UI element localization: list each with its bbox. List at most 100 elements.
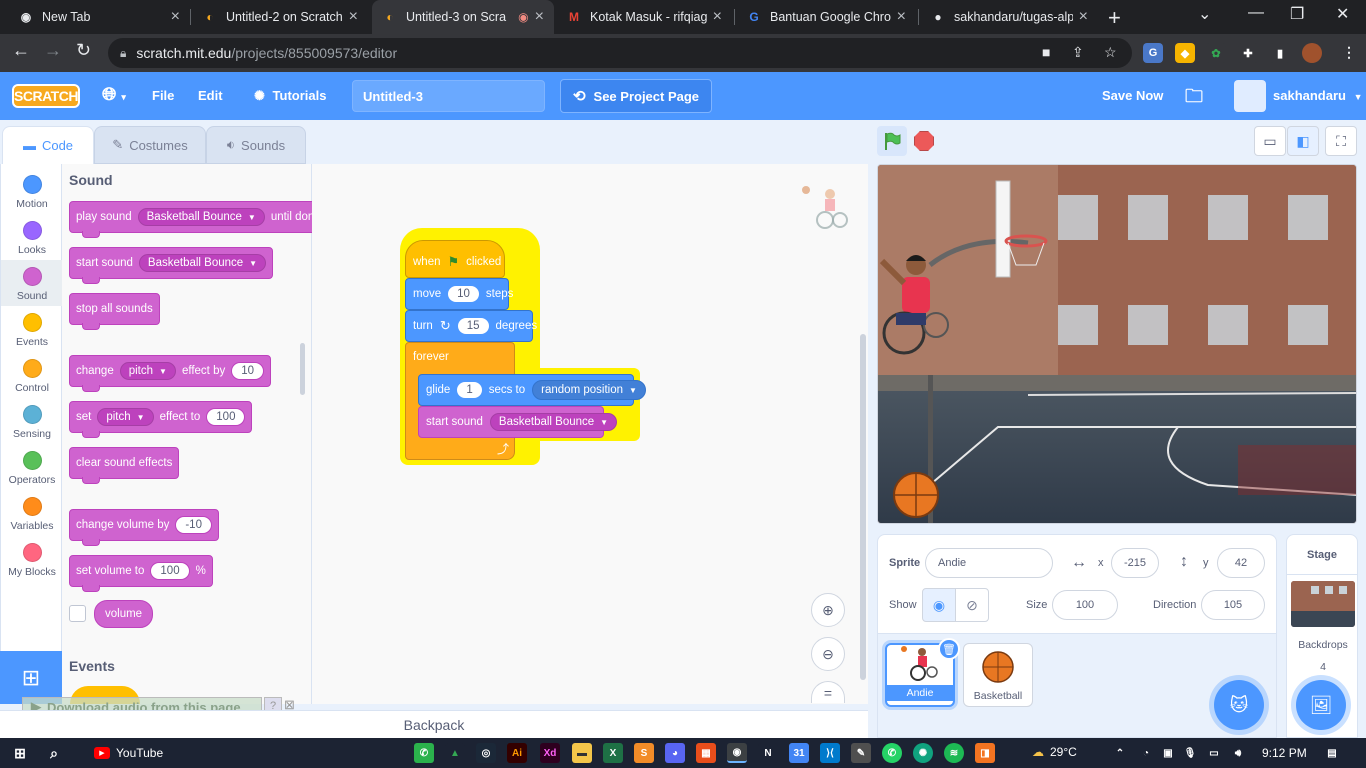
stage-canvas[interactable] [877,164,1357,524]
start-sound-block[interactable]: start sound Basketball Bounce ▼ [418,406,618,438]
close-tab-icon[interactable]: × [713,8,722,26]
tray-chevron-icon[interactable]: ⌃ [1110,743,1130,763]
palette-scrollbar[interactable] [300,343,305,395]
volume-monitor-checkbox[interactable] [69,605,86,622]
sound-dropdown[interactable]: Basketball Bounce ▼ [489,413,618,431]
number-input[interactable]: 10 [448,286,479,302]
block-set-volume[interactable]: set volume to 100 % [69,555,213,592]
stop-button[interactable] [914,131,934,151]
app-icon[interactable]: ◨ [975,743,995,763]
category-sound[interactable]: Sound [1,260,63,306]
browser-tab[interactable]: ◉ New Tab × [8,0,190,34]
browser-tab[interactable]: ● sakhandaru/tugas-alp × [920,0,1098,34]
tab-sounds[interactable]: 🔉︎ Sounds [206,126,306,164]
category-control[interactable]: Control [1,352,63,398]
url-bar[interactable]: 🔒︎ scratch.mit.edu/projects/855009573/ed… [108,38,1132,68]
number-input[interactable]: 10 [231,362,265,380]
number-input[interactable]: 100 [150,562,190,580]
chrome-taskbar-icon[interactable]: ◉ [727,743,747,763]
forward-button[interactable]: → [44,40,62,61]
translate-extension-icon[interactable]: G [1143,43,1163,63]
choose-sprite-button[interactable]: 🐱︎ [1214,680,1264,730]
block-set-pitch-effect[interactable]: set pitch ▼ effect to 100 [69,401,253,438]
chatgpt-icon[interactable]: ✺ [913,743,933,763]
whatsapp-icon[interactable]: ✆ [882,743,902,763]
tab-code[interactable]: ▬ Code [2,126,94,164]
sound-dropdown[interactable]: Basketball Bounce ▼ [137,208,265,226]
fullscreen-button[interactable]: ⛶ [1325,126,1357,156]
language-globe-icon[interactable]: 🌐︎ ▾ [102,84,126,105]
size-input[interactable]: 100 [1052,590,1118,620]
notion-icon[interactable]: N [758,743,778,763]
share-icon[interactable]: ⇪ [1072,44,1084,61]
my-stuff-folder-icon[interactable]: 🗀︎ [1185,84,1203,114]
zoom-out-button[interactable]: ⊖ [811,637,845,671]
block-change-pitch-effect[interactable]: change pitch ▼ effect by 10 [69,355,272,392]
new-tab-button[interactable]: + [1108,5,1121,31]
block-volume-reporter[interactable]: volume [94,600,154,628]
category-variables[interactable]: Variables [1,490,63,536]
when-flag-clicked-block[interactable]: when ⚑ clicked [405,240,505,278]
category-sensing[interactable]: Sensing [1,398,63,444]
sprite-name-input[interactable]: Andie [925,548,1053,578]
zoom-in-button[interactable]: ⊕ [811,593,845,627]
see-project-page-button[interactable]: ⟲ See Project Page [560,79,712,113]
y-position-input[interactable]: 42 [1217,548,1265,578]
browser-tab[interactable]: G Bantuan Google Chro × [736,0,916,34]
profile-avatar[interactable] [1302,43,1322,63]
illustrator-icon[interactable]: Ai [507,743,527,763]
category-motion[interactable]: Motion [1,168,63,214]
app-icon[interactable]: ✆ [414,743,434,763]
effect-dropdown[interactable]: pitch ▼ [119,362,176,380]
adobe-xd-icon[interactable]: Xd [540,743,560,763]
bookmark-star-icon[interactable]: ☆ [1104,44,1117,61]
save-now-button[interactable]: Save Now [1102,88,1163,103]
window-close-button[interactable]: ✕ [1336,4,1349,24]
clock-time[interactable]: 9:12 PM [1262,746,1307,760]
volume-icon[interactable]: 🔊︎ [1228,743,1248,763]
block-stop-all-sounds[interactable]: stop all sounds [69,293,160,330]
category-operators[interactable]: Operators [1,444,63,490]
file-explorer-icon[interactable]: ▬ [572,743,592,763]
notifications-icon[interactable]: ▤ [1322,743,1342,763]
windows-start-icon[interactable]: ⊞ [10,743,30,763]
camera-icon[interactable]: ■ [1042,44,1050,60]
side-panel-icon[interactable]: ▮ [1270,43,1290,63]
x-position-input[interactable]: -215 [1111,548,1159,578]
glide-to-position-block[interactable]: glide 1 secs to random position ▼ [418,374,646,406]
microphone-icon[interactable]: 🎙︎ [1180,743,1200,763]
app-icon[interactable]: ▦ [696,743,716,763]
category-my-blocks[interactable]: My Blocks [1,536,63,582]
file-menu[interactable]: File [152,88,174,103]
close-tab-icon[interactable]: × [535,8,544,26]
network-icon[interactable]: ◔ [1136,743,1156,763]
app-icon[interactable]: ✎ [851,743,871,763]
backpack-header[interactable]: Backpack [0,710,868,738]
script-area-scrollbar[interactable] [860,334,866,680]
excel-icon[interactable]: X [603,743,623,763]
reload-button[interactable]: ↻ [76,40,91,61]
browser-tab-active[interactable]: ◐ Untitled-3 on Scra ◉ × [372,0,554,34]
weather-widget[interactable]: ☁ 29°C [1032,745,1077,759]
close-tab-icon[interactable]: × [349,8,358,26]
small-stage-button[interactable]: ▭ [1254,126,1286,156]
google-drive-icon[interactable]: ▲ [445,743,465,763]
tab-costumes[interactable]: ✎ Costumes [94,126,206,164]
back-button[interactable]: ← [12,40,30,61]
number-input[interactable]: 100 [206,408,246,426]
tutorials-menu[interactable]: ✺ Tutorials [254,88,326,104]
number-input[interactable]: -10 [175,516,212,534]
green-flag-button[interactable] [877,126,907,156]
category-looks[interactable]: Looks [1,214,63,260]
camera-tray-icon[interactable]: ▣ [1158,743,1178,763]
browser-menu-icon[interactable]: ⋮ [1342,44,1356,61]
discord-icon[interactable]: ◕ [665,743,685,763]
browser-tab[interactable]: ◐ Untitled-2 on Scratch × [192,0,368,34]
minimize-button[interactable]: — [1248,4,1264,22]
close-tab-icon[interactable]: × [171,8,180,26]
project-title-input[interactable]: Untitled-3 [352,80,545,112]
block-clear-sound-effects[interactable]: clear sound effects [69,447,180,484]
effect-dropdown[interactable]: pitch ▼ [97,408,154,426]
close-tab-icon[interactable]: × [897,8,906,26]
block-change-volume[interactable]: change volume by -10 [69,509,219,546]
